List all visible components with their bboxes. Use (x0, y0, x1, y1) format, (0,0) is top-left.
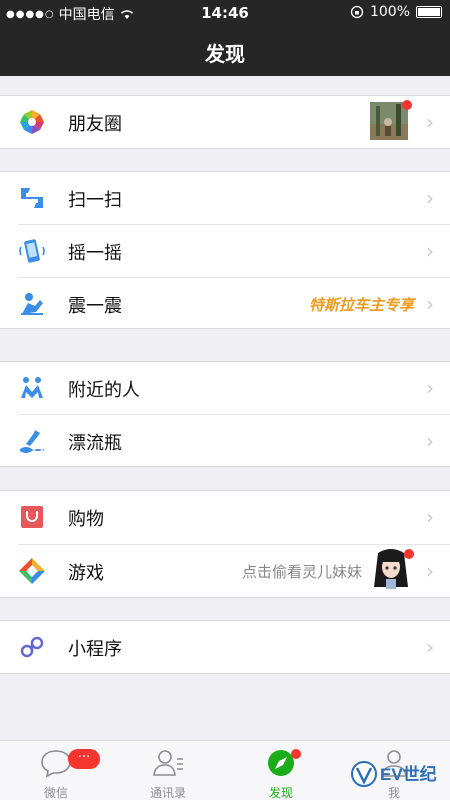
chevron-right-icon: › (426, 559, 434, 583)
games-promo: 点击偷看灵儿妹妹 (241, 563, 362, 581)
tab-chats-label: 微信 (43, 786, 68, 800)
chevron-right-icon: › (426, 429, 434, 453)
games-diamond-icon (18, 557, 46, 585)
status-bar: ●●●●○ 中国电信 14:46 100% (0, 0, 450, 26)
tab-discover-label: 发现 (268, 786, 293, 800)
svg-text:EV世纪: EV世纪 (380, 764, 437, 784)
scan-label: 扫一扫 (68, 190, 122, 211)
row-games[interactable]: 游戏 点击偷看灵儿妹妹 › (0, 545, 450, 597)
chevron-right-icon: › (426, 239, 434, 263)
compass-icon (225, 747, 337, 781)
games-new-dot (404, 549, 414, 559)
tab-contacts-label: 通讯录 (149, 786, 186, 800)
group-shopping-games: 购物 › 游戏 点击偷看灵儿妹妹 › (0, 490, 450, 598)
row-moments[interactable]: 朋友圈 › (0, 96, 450, 148)
mini-program-label: 小程序 (68, 639, 122, 660)
group-scan-shake: 扫一扫 › 摇一摇 › 震一震 特斯拉车主专享 › (0, 171, 450, 329)
chats-unread-badge: ··· (68, 749, 100, 769)
group-mini-program: 小程序 › (0, 620, 450, 674)
battery-percent: 100% (369, 4, 410, 20)
row-vibrate[interactable]: 震一震 特斯拉车主专享 › (0, 278, 450, 330)
tab-discover[interactable]: 发现 (225, 741, 337, 800)
row-scan[interactable]: 扫一扫 › (0, 172, 450, 224)
row-mini-program[interactable]: 小程序 › (0, 621, 450, 673)
contacts-icon (112, 747, 224, 781)
vibrate-label: 震一震 (68, 296, 122, 317)
vibrate-icon (18, 290, 46, 318)
navigation-bar: 发现 (0, 26, 450, 76)
discover-new-dot (291, 749, 301, 759)
row-shake[interactable]: 摇一摇 › (0, 225, 450, 277)
moments-aperture-icon (18, 108, 46, 136)
vibrate-promo: 特斯拉车主专享 (308, 296, 414, 314)
chevron-right-icon: › (426, 110, 434, 134)
shopping-label: 购物 (68, 509, 104, 530)
group-moments: 朋友圈 › (0, 95, 450, 149)
battery-icon (416, 6, 442, 18)
shake-phone-icon (18, 237, 46, 265)
shopping-bag-icon (18, 503, 46, 531)
moments-new-dot (402, 100, 412, 110)
row-people-nearby[interactable]: 附近的人 › (0, 362, 450, 414)
page-title: 发现 (205, 42, 245, 66)
chevron-right-icon: › (426, 635, 434, 659)
chevron-right-icon: › (426, 505, 434, 529)
ev-century-watermark: EV世纪 (350, 756, 440, 792)
group-nearby-bottle: 附近的人 › 漂流瓶 › (0, 361, 450, 467)
row-shopping[interactable]: 购物 › (0, 491, 450, 543)
tab-contacts[interactable]: 通讯录 (112, 741, 224, 800)
scan-icon (18, 184, 46, 212)
games-label: 游戏 (68, 563, 104, 584)
shake-label: 摇一摇 (68, 243, 122, 264)
chevron-right-icon: › (426, 292, 434, 316)
row-drift-bottle[interactable]: 漂流瓶 › (0, 415, 450, 467)
people-nearby-label: 附近的人 (68, 380, 140, 401)
chevron-right-icon: › (426, 376, 434, 400)
drift-bottle-icon (18, 427, 46, 455)
orientation-lock-icon (350, 5, 364, 19)
people-nearby-icon (18, 374, 46, 402)
moments-label: 朋友圈 (68, 114, 122, 135)
drift-bottle-label: 漂流瓶 (68, 433, 122, 454)
chevron-right-icon: › (426, 186, 434, 210)
mini-program-icon (18, 633, 46, 661)
tab-chats[interactable]: ··· 微信 (0, 741, 112, 800)
